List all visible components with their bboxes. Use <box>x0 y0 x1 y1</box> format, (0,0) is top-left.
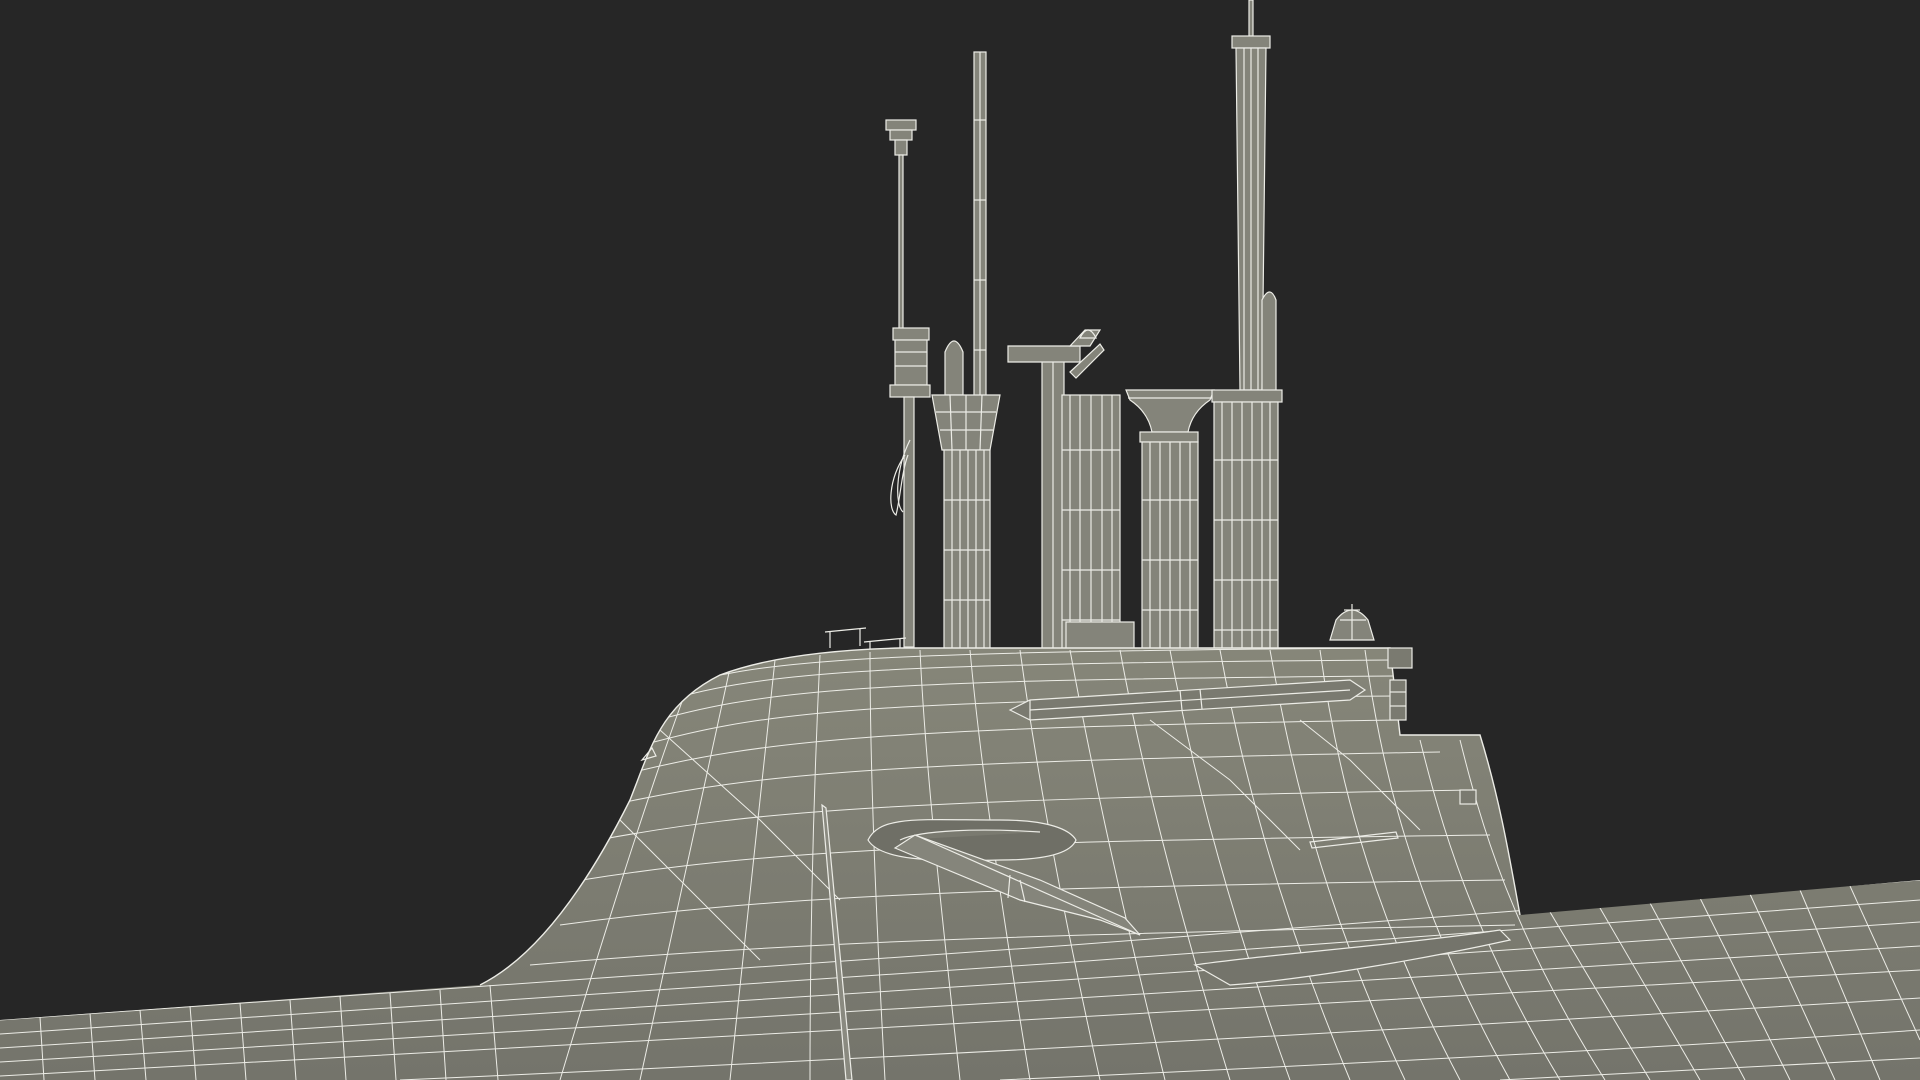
render-viewport <box>0 0 1920 1080</box>
antenna-mast-tall <box>973 51 987 401</box>
wireframe-render <box>0 0 1920 1080</box>
